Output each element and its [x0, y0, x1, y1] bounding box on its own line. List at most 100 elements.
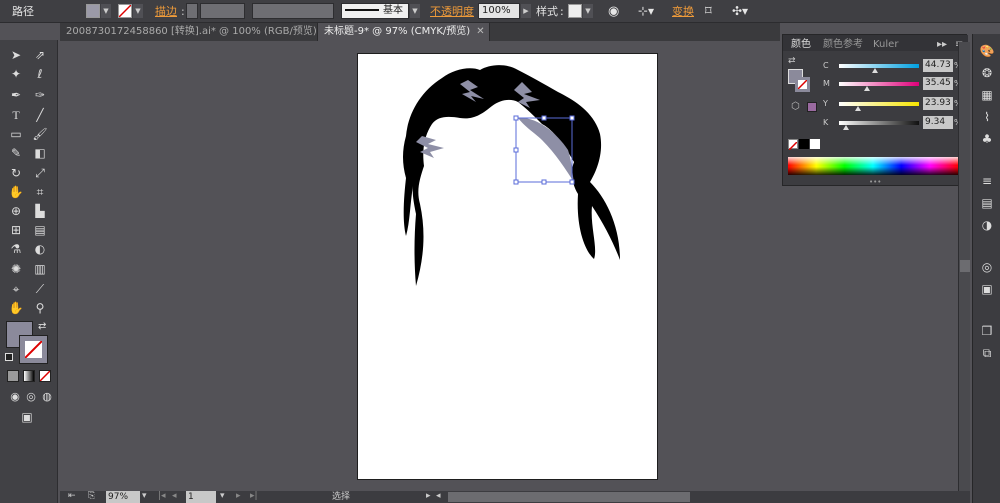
swatches-icon[interactable]: ▦ [977, 86, 997, 104]
isolate-icon[interactable]: ⌑ [705, 0, 712, 23]
next-page-icon[interactable]: ▸ [236, 491, 241, 501]
opacity-input[interactable]: 100% [478, 3, 520, 19]
graphic-style-dropdown[interactable]: ▼ [583, 4, 593, 18]
page-input[interactable]: 1 [186, 491, 216, 503]
brush-definition[interactable]: 基本 [341, 3, 409, 19]
pen-tool-icon[interactable]: ✒ [7, 86, 25, 104]
stroke-color-swatch[interactable] [19, 335, 48, 364]
channel-gradient[interactable] [839, 121, 919, 125]
channel-value-input[interactable]: 9.34 [923, 116, 953, 129]
curvature-tool-icon[interactable]: ✑ [31, 86, 49, 104]
draw-inside-icon[interactable]: ◍ [38, 388, 56, 406]
rotate-tool-icon[interactable]: ↻ [7, 164, 25, 182]
slider-thumb[interactable] [864, 86, 871, 91]
rectangle-tool-icon[interactable]: ▭ [7, 125, 25, 143]
resize-grip-icon[interactable]: ••• [869, 178, 881, 186]
scale-tool-icon[interactable]: ⤢ [31, 164, 49, 182]
color-guide-icon[interactable]: ❂ [977, 64, 997, 82]
mesh-tool-icon[interactable]: ⊞ [7, 221, 25, 239]
eraser-tool-icon[interactable]: ◧ [31, 144, 49, 162]
slider-thumb[interactable] [871, 68, 878, 73]
channel-value-input[interactable]: 44.73 [923, 59, 953, 72]
page-dropdown-icon[interactable]: ▾ [220, 491, 225, 501]
fill-dropdown[interactable]: ▼ [101, 4, 111, 18]
channel-value-input[interactable]: 35.45 [923, 77, 953, 90]
scroll-left-icon[interactable]: ◂ [436, 491, 441, 501]
selection-tool-icon[interactable]: ➤ [7, 46, 25, 64]
appearance-panel-icon[interactable]: ◎ [977, 258, 997, 276]
artboard-tool-icon[interactable]: ⌖ [7, 280, 25, 298]
stroke-swatch[interactable] [118, 4, 132, 18]
scrollbar-thumb[interactable] [960, 260, 970, 272]
stroke-label[interactable]: 描边 [155, 0, 177, 23]
direct-selection-tool-icon[interactable]: ⇗ [31, 46, 49, 64]
default-colors-icon[interactable] [5, 353, 13, 361]
blend-tool-icon[interactable]: ◐ [31, 240, 49, 258]
opacity-dropdown[interactable]: ▶ [521, 4, 531, 18]
free-transform-tool-icon[interactable]: ⌗ [31, 183, 49, 201]
transparency-panel-icon[interactable]: ◑ [977, 216, 997, 234]
none-color-button[interactable] [788, 139, 798, 151]
collapse-icon[interactable]: ▸▸ [937, 37, 947, 52]
tab-document-1[interactable]: 2008730172458860 [转换].ai* @ 100% (RGB/预览… [60, 23, 318, 41]
slider-c[interactable]: C 44.73 % [783, 59, 968, 78]
variable-width-profile[interactable] [252, 3, 334, 19]
align-icon[interactable]: ⊹▾ [638, 0, 654, 23]
zoom-tool-icon[interactable]: ⚲ [31, 299, 49, 317]
zoom-input[interactable]: 97% [106, 491, 140, 503]
stroke-dropdown[interactable]: ▼ [133, 4, 143, 18]
magic-wand-tool-icon[interactable]: ✦ [7, 65, 25, 83]
channel-value-input[interactable]: 23.93 [923, 97, 953, 110]
shape-builder-tool-icon[interactable]: ⊕ [7, 202, 25, 220]
tab-kuler[interactable]: Kuler [873, 37, 898, 52]
symbols-icon[interactable]: ♣ [977, 130, 997, 148]
brush-dropdown[interactable]: ▼ [410, 4, 420, 18]
lasso-tool-icon[interactable]: ℓ [31, 65, 49, 83]
paintbrush-tool-icon[interactable]: 🖌 [31, 125, 49, 143]
gradient-mode-icon[interactable] [23, 370, 35, 382]
status-menu-icon[interactable]: ▸ [426, 491, 431, 501]
slider-thumb[interactable] [843, 125, 850, 130]
close-icon[interactable]: ✕ [476, 26, 484, 37]
artboards-panel-icon[interactable]: ⧉ [977, 344, 997, 362]
color-spectrum[interactable] [788, 157, 958, 175]
channel-gradient[interactable] [839, 102, 919, 106]
pencil-tool-icon[interactable]: ✎ [7, 144, 25, 162]
vertical-scrollbar[interactable] [958, 42, 970, 492]
slider-k[interactable]: K 9.34 % [783, 116, 968, 135]
first-page-icon[interactable]: |◂ [158, 491, 166, 501]
slice-tool-icon[interactable]: ⟋ [31, 280, 49, 298]
none-mode-icon[interactable] [39, 370, 51, 382]
black-color-button[interactable] [799, 139, 809, 149]
slider-m[interactable]: M 35.45 % [783, 77, 968, 96]
slider-y[interactable]: Y 23.93 % [783, 97, 968, 116]
stroke-weight-stepper[interactable] [186, 3, 198, 19]
export-icon[interactable]: ⎘ [88, 491, 95, 501]
column-graph-tool-icon[interactable]: ▥ [31, 260, 49, 278]
eyedropper-tool-icon[interactable]: ⚗ [7, 240, 25, 258]
slider-thumb[interactable] [855, 106, 862, 111]
gradient-tool-icon[interactable]: ▤ [31, 221, 49, 239]
stroke-panel-icon[interactable]: ≡ [977, 172, 997, 190]
white-color-button[interactable] [810, 139, 820, 149]
zoom-dropdown-icon[interactable]: ▾ [142, 491, 147, 501]
perspective-grid-tool-icon[interactable]: ▙ [31, 202, 49, 220]
warp-tool-icon[interactable]: ✋ [7, 183, 25, 201]
tab-color[interactable]: 颜色 [791, 37, 811, 52]
color-panel-icon[interactable]: 🎨 [977, 42, 997, 60]
symbol-sprayer-tool-icon[interactable]: ✺ [7, 260, 25, 278]
type-tool-icon[interactable]: T [7, 106, 25, 124]
color-mode-icon[interactable] [7, 370, 19, 382]
fill-swatch[interactable] [86, 4, 100, 18]
channel-gradient[interactable] [839, 82, 919, 86]
graphic-style-swatch[interactable] [568, 4, 582, 18]
artboard-nav-icon[interactable]: ⇤ [68, 491, 76, 501]
screen-mode-icon[interactable]: ▣ [18, 408, 36, 426]
stroke-weight-input[interactable] [200, 3, 245, 19]
opacity-label[interactable]: 不透明度 [430, 0, 474, 23]
graphic-styles-icon[interactable]: ▣ [977, 280, 997, 298]
arrange-icon[interactable]: ✣▾ [732, 0, 748, 23]
swap-colors-icon[interactable]: ⇄ [38, 321, 46, 332]
horizontal-scrollbar-thumb[interactable] [448, 492, 690, 502]
last-page-icon[interactable]: ▸| [250, 491, 258, 501]
